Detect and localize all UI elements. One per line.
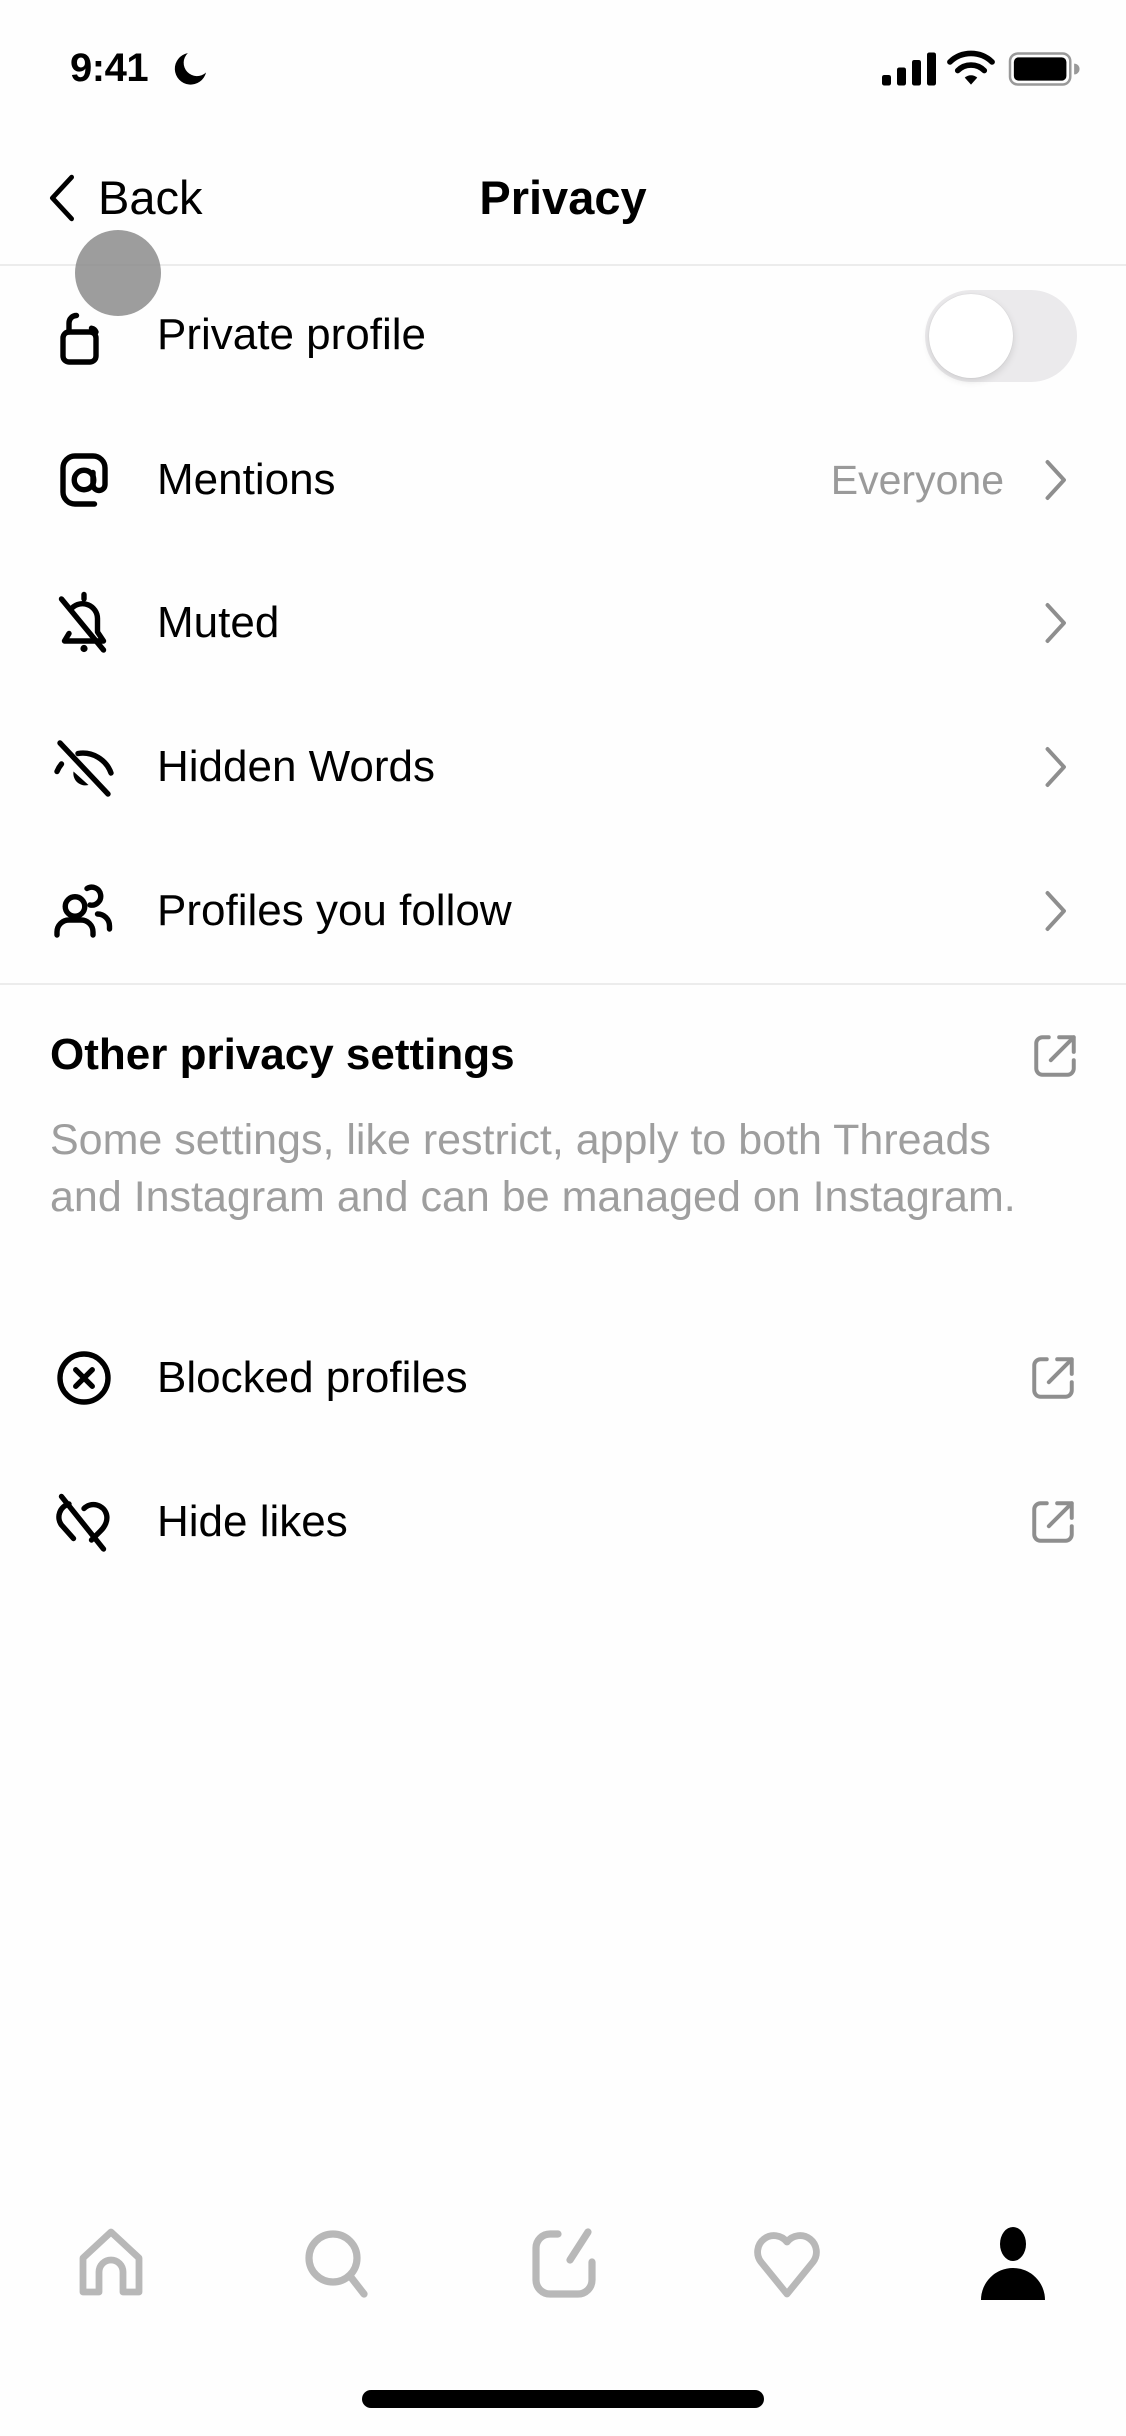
setting-label: Blocked profiles (157, 1353, 468, 1402)
bell-off-icon (48, 587, 120, 659)
signal-icon (882, 52, 936, 86)
moon-icon (174, 53, 207, 85)
home-icon (79, 2228, 143, 2296)
page-title: Privacy (479, 171, 647, 224)
setting-label: Mentions (157, 455, 336, 504)
chevron-right-icon (1045, 891, 1066, 931)
setting-label: Hidden Words (157, 742, 435, 791)
setting-row-hide-likes[interactable]: Hide likes (0, 1450, 1126, 1594)
tab-search[interactable] (292, 2222, 382, 2306)
home-indicator (362, 2390, 764, 2408)
section-title: Other privacy settings (50, 1030, 515, 1079)
setting-label: Muted (157, 598, 280, 647)
private-profile-toggle[interactable] (925, 290, 1077, 382)
wifi-icon (947, 50, 995, 85)
toggle-knob (929, 294, 1013, 378)
users-icon (48, 875, 120, 947)
tab-home[interactable] (66, 2222, 156, 2306)
at-sign-icon (48, 444, 120, 516)
mentions-value: Everyone (830, 457, 1004, 503)
setting-row-private-profile[interactable]: Private profile (0, 263, 1126, 407)
setting-row-blocked-profiles[interactable]: Blocked profiles (0, 1306, 1126, 1450)
external-link-icon[interactable] (1030, 1031, 1080, 1081)
external-link-icon (1032, 1501, 1074, 1543)
setting-label: Profiles you follow (157, 886, 512, 935)
chevron-right-icon (1045, 747, 1066, 787)
chevron-right-icon (1045, 603, 1066, 643)
battery-icon (1008, 52, 1080, 86)
tab-profile[interactable] (968, 2222, 1058, 2306)
section-description: Some settings, like restrict, apply to b… (50, 1116, 1016, 1221)
heart-icon (754, 2232, 820, 2298)
eye-off-icon (48, 731, 120, 803)
setting-row-muted[interactable]: Muted (0, 551, 1126, 695)
search-icon (305, 2230, 368, 2298)
setting-label: Private profile (157, 310, 427, 359)
external-link-icon (1032, 1357, 1074, 1399)
compose-icon (532, 2228, 596, 2298)
block-circle-icon (48, 1342, 120, 1414)
heart-off-icon (48, 1486, 120, 1558)
chevron-right-icon (1045, 460, 1066, 500)
setting-row-mentions[interactable]: Mentions Everyone (0, 408, 1126, 552)
touch-indicator (75, 230, 161, 316)
tab-compose[interactable] (519, 2222, 609, 2306)
setting-label: Hide likes (157, 1497, 348, 1546)
status-time: 9:41 (70, 46, 149, 90)
setting-row-profiles-you-follow[interactable]: Profiles you follow (0, 839, 1126, 983)
setting-row-hidden-words[interactable]: Hidden Words (0, 695, 1126, 839)
profile-icon (981, 2227, 1045, 2300)
tab-activity[interactable] (742, 2222, 832, 2306)
section-divider (0, 983, 1126, 985)
